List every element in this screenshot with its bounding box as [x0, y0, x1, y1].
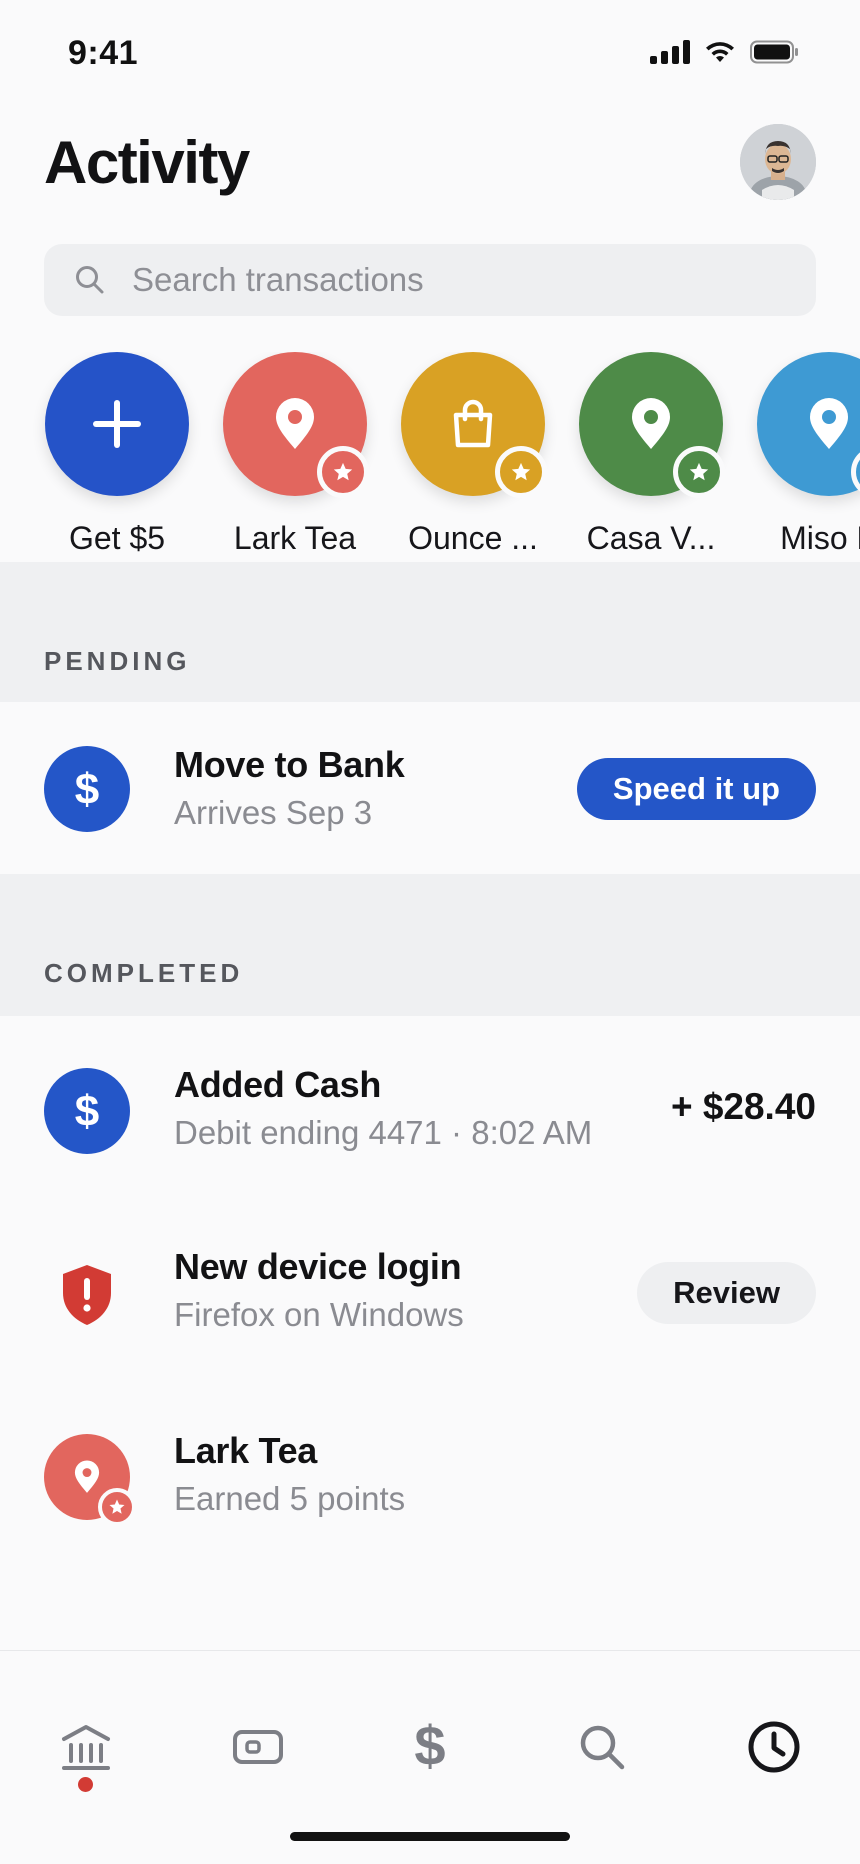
completed-section-header: COMPLETED — [0, 874, 860, 1016]
star-badge — [495, 446, 547, 498]
star-badge — [317, 446, 369, 498]
quick-action-circle — [757, 352, 860, 498]
person-avatar-icon — [740, 124, 816, 200]
section-label: COMPLETED — [44, 958, 244, 988]
battery-icon — [750, 40, 798, 64]
bank-icon — [62, 1725, 110, 1770]
location-pin-icon — [632, 398, 670, 449]
search-icon — [74, 264, 106, 296]
dollar-circle: $ — [44, 746, 130, 832]
transaction-row-lark-tea[interactable]: Lark Tea Earned 5 points — [0, 1398, 860, 1558]
tab-activity[interactable] — [744, 1717, 804, 1777]
quick-action-lark-tea[interactable]: Lark Tea — [222, 352, 369, 557]
star-badge — [98, 1488, 136, 1526]
quick-action-label: Casa V... — [586, 520, 716, 556]
star-icon — [689, 462, 709, 481]
row-subtitle: Earned 5 points — [174, 1480, 406, 1517]
dollar-icon: $ — [414, 1719, 445, 1775]
tab-banking[interactable] — [56, 1717, 116, 1777]
quick-action-casa[interactable]: Casa V... — [578, 352, 725, 557]
quick-action-circle — [223, 352, 369, 498]
svg-text:$: $ — [75, 765, 99, 813]
location-pin-icon — [276, 398, 314, 449]
status-bar: 9:41 — [0, 0, 860, 110]
speed-it-up-button[interactable]: Speed it up — [576, 758, 816, 820]
search-input[interactable]: Search transactions — [44, 244, 816, 316]
cellular-signal-icon — [650, 40, 690, 64]
status-time: 9:41 — [68, 34, 139, 72]
svg-text:$: $ — [75, 1087, 99, 1135]
dollar-icon: $ — [75, 765, 99, 813]
pending-section-header: PENDING — [0, 562, 860, 702]
location-pin-icon — [810, 398, 848, 449]
merchant-circle — [44, 1434, 136, 1526]
quick-actions-carousel[interactable]: Get $5 Lark Tea Ounce ... Casa V... Miso — [0, 352, 860, 564]
shield-alert-icon — [63, 1265, 111, 1325]
shield-alert-container — [44, 1252, 130, 1338]
svg-text:$: $ — [414, 1719, 445, 1775]
quick-action-circle — [45, 352, 189, 496]
row-title: Added Cash — [174, 1064, 382, 1105]
star-badge — [851, 446, 860, 498]
avatar[interactable] — [740, 124, 816, 200]
tab-discover[interactable] — [572, 1717, 632, 1777]
section-label: PENDING — [44, 646, 191, 676]
quick-action-circle — [579, 352, 725, 498]
star-icon — [333, 462, 353, 481]
star-icon — [109, 1499, 125, 1514]
row-title: Move to Bank — [174, 744, 405, 785]
dollar-circle: $ — [44, 1068, 130, 1154]
wifi-icon — [706, 42, 734, 62]
search-icon — [580, 1725, 625, 1770]
notification-dot — [78, 1777, 93, 1792]
transaction-amount: + $28.40 — [670, 1086, 816, 1127]
quick-action-ounce[interactable]: Ounce ... — [400, 352, 547, 557]
quick-action-get-5[interactable]: Get $5 — [44, 352, 190, 557]
quick-action-label: Lark Tea — [233, 520, 357, 556]
review-button[interactable]: Review — [637, 1262, 816, 1324]
row-subtitle: Arrives Sep 3 — [174, 794, 373, 831]
card-icon — [233, 1730, 283, 1764]
location-pin-icon — [74, 1460, 100, 1493]
quick-action-label: Miso B — [780, 520, 860, 556]
row-subtitle: Firefox on Windows — [174, 1296, 464, 1333]
star-icon — [511, 462, 531, 481]
page-title: Activity — [44, 129, 250, 196]
row-subtitle: Debit ending 4471 · 8:02 AM — [174, 1114, 593, 1151]
tab-card[interactable] — [228, 1717, 288, 1777]
dollar-icon: $ — [75, 1087, 99, 1135]
quick-action-label: Get $5 — [68, 520, 166, 556]
star-badge — [673, 446, 725, 498]
home-indicator[interactable] — [290, 1832, 570, 1841]
search-placeholder: Search transactions — [132, 261, 424, 298]
shopping-bag-icon — [453, 399, 493, 448]
quick-action-circle — [401, 352, 547, 498]
plus-icon — [93, 400, 141, 448]
row-title: Lark Tea — [174, 1430, 318, 1471]
quick-action-miso[interactable]: Miso B — [756, 352, 860, 557]
row-title: New device login — [174, 1246, 462, 1287]
clock-icon — [748, 1721, 800, 1773]
quick-action-label: Ounce ... — [408, 520, 538, 556]
pending-transfer-row[interactable]: $ Move to Bank Arrives Sep 3 Speed it up — [0, 710, 860, 870]
tab-money[interactable]: $ — [400, 1717, 460, 1777]
status-icons — [650, 40, 800, 64]
transaction-row-added-cash[interactable]: $ Added Cash Debit ending 4471 · 8:02 AM… — [0, 1030, 860, 1190]
security-alert-row[interactable]: New device login Firefox on Windows Revi… — [0, 1214, 860, 1374]
